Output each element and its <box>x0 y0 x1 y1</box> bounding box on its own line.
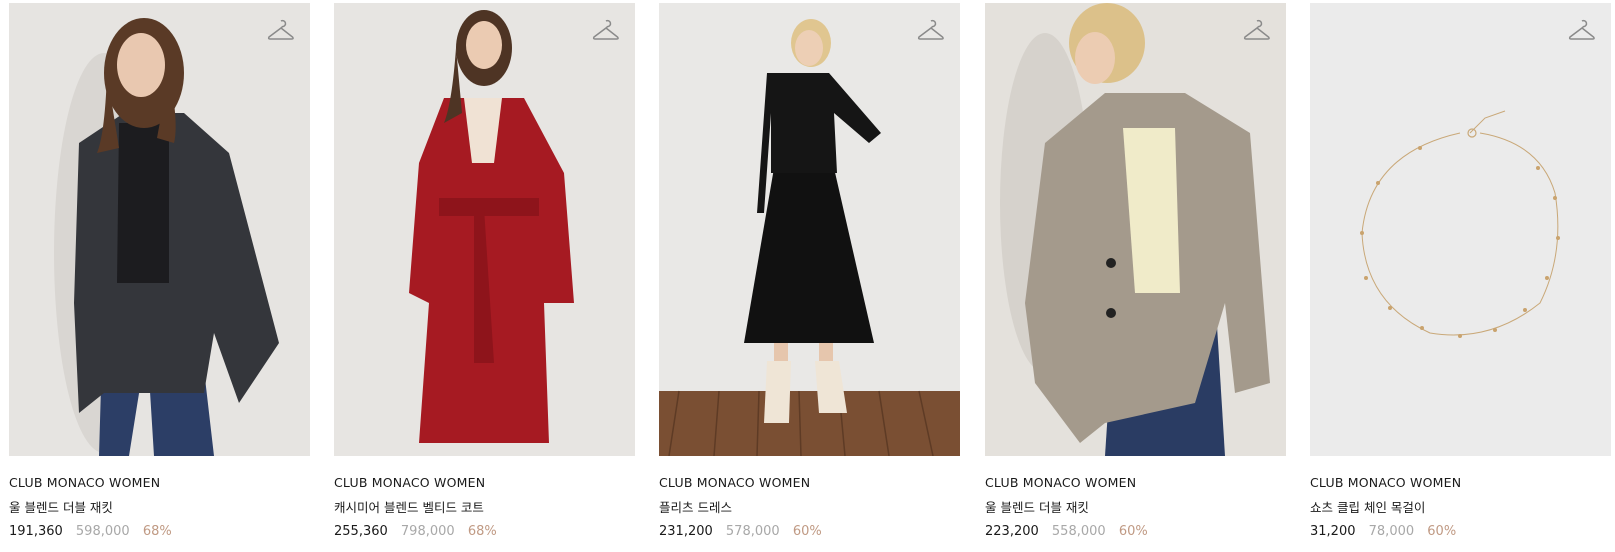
product-photo <box>659 3 960 456</box>
sale-price: 231,200 <box>659 524 713 539</box>
discount-rate: 68% <box>467 524 497 539</box>
product-price-row: 223,200 558,000 60% <box>985 523 1286 541</box>
sale-price: 223,200 <box>985 524 1039 539</box>
product-photo <box>9 3 310 456</box>
product-image[interactable] <box>985 3 1286 456</box>
product-price-row: 31,200 78,000 60% <box>1310 523 1611 541</box>
discount-rate: 60% <box>792 524 822 539</box>
original-price: 578,000 <box>725 524 780 539</box>
product-name[interactable]: 울 블렌드 더블 재킷 <box>9 499 310 516</box>
product-image[interactable] <box>334 3 635 456</box>
hanger-icon[interactable] <box>1242 17 1272 45</box>
original-price: 78,000 <box>1368 524 1415 539</box>
sale-price: 255,360 <box>334 524 388 539</box>
product-brand[interactable]: CLUB MONACO WOMEN <box>334 475 635 491</box>
sale-price: 191,360 <box>9 524 63 539</box>
hanger-icon[interactable] <box>1567 17 1597 45</box>
product-image[interactable] <box>9 3 310 456</box>
product-card[interactable]: CLUB MONACO WOMEN 플리츠 드레스 231,200 578,00… <box>659 3 960 541</box>
discount-rate: 60% <box>1118 524 1148 539</box>
sale-price: 31,200 <box>1310 524 1356 539</box>
product-image[interactable] <box>659 3 960 456</box>
original-price: 598,000 <box>75 524 130 539</box>
hanger-icon[interactable] <box>266 17 296 45</box>
original-price: 798,000 <box>400 524 455 539</box>
discount-rate: 68% <box>142 524 172 539</box>
product-card[interactable]: CLUB MONACO WOMEN 캐시미어 블렌드 벨티드 코트 255,36… <box>334 3 635 541</box>
hanger-icon[interactable] <box>591 17 621 45</box>
product-brand[interactable]: CLUB MONACO WOMEN <box>9 475 310 491</box>
product-photo <box>334 3 635 456</box>
product-brand[interactable]: CLUB MONACO WOMEN <box>985 475 1286 491</box>
discount-rate: 60% <box>1427 524 1457 539</box>
product-price-row: 231,200 578,000 60% <box>659 523 960 541</box>
product-card[interactable]: CLUB MONACO WOMEN 울 블렌드 더블 재킷 191,360 59… <box>9 3 310 541</box>
product-photo <box>1310 3 1611 456</box>
product-image[interactable] <box>1310 3 1611 456</box>
product-brand[interactable]: CLUB MONACO WOMEN <box>1310 475 1611 491</box>
product-name[interactable]: 쇼츠 클립 체인 목걸이 <box>1310 499 1611 516</box>
product-name[interactable]: 캐시미어 블렌드 벨티드 코트 <box>334 499 635 516</box>
product-name[interactable]: 울 블렌드 더블 재킷 <box>985 499 1286 516</box>
hanger-icon[interactable] <box>916 17 946 45</box>
product-card[interactable]: CLUB MONACO WOMEN 울 블렌드 더블 재킷 223,200 55… <box>985 3 1286 541</box>
product-name[interactable]: 플리츠 드레스 <box>659 499 960 516</box>
product-price-row: 191,360 598,000 68% <box>9 523 310 541</box>
product-grid: CLUB MONACO WOMEN 울 블렌드 더블 재킷 191,360 59… <box>0 0 1615 552</box>
product-price-row: 255,360 798,000 68% <box>334 523 635 541</box>
product-card[interactable]: CLUB MONACO WOMEN 쇼츠 클립 체인 목걸이 31,200 78… <box>1310 3 1611 541</box>
product-brand[interactable]: CLUB MONACO WOMEN <box>659 475 960 491</box>
original-price: 558,000 <box>1051 524 1106 539</box>
product-photo <box>985 3 1286 456</box>
